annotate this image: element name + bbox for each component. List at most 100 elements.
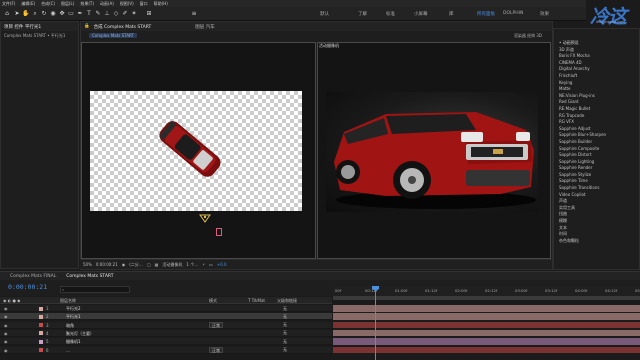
eye-icon[interactable]: ◉ bbox=[4, 348, 8, 353]
camera-view-dropdown[interactable]: 活动摄像机 bbox=[162, 262, 182, 268]
fast-preview-icon[interactable]: ⚡ bbox=[202, 262, 205, 267]
layer-label-color[interactable] bbox=[39, 348, 43, 352]
timeline-search-input[interactable] bbox=[60, 286, 130, 293]
menu-item[interactable]: 图层(L) bbox=[61, 1, 74, 7]
camera-gizmo-icon[interactable] bbox=[216, 228, 222, 236]
selection-tool-icon[interactable]: ➤ bbox=[13, 10, 21, 18]
layer-name[interactable]: 暗角 bbox=[66, 323, 74, 329]
puppet-tool-icon[interactable]: ✶ bbox=[130, 10, 138, 18]
menu-item[interactable]: 效果(T) bbox=[80, 1, 94, 7]
layer-duration-bar[interactable] bbox=[333, 305, 640, 312]
layer-name[interactable]: 平行光2 bbox=[66, 306, 81, 312]
layer-label-color[interactable] bbox=[39, 331, 43, 336]
workspace-tab[interactable]: 默认 bbox=[320, 11, 329, 17]
layer-parent-dropdown[interactable]: 无 bbox=[283, 330, 287, 336]
effects-list-item[interactable]: Frischluft bbox=[555, 73, 637, 80]
rotate-tool-icon[interactable]: ↻ bbox=[40, 10, 48, 18]
eye-icon[interactable]: ◉ bbox=[4, 314, 8, 319]
effects-list-item[interactable]: 实用工具 bbox=[555, 205, 637, 212]
text-tool-icon[interactable]: T bbox=[85, 10, 93, 18]
zoom-dropdown[interactable]: 50% bbox=[83, 262, 92, 267]
transparency-grid-icon[interactable]: ▦ bbox=[155, 262, 159, 267]
comp-subtab[interactable]: Complex Mats START bbox=[89, 33, 137, 38]
workspace-tab[interactable]: 了解 bbox=[358, 11, 367, 17]
home-icon[interactable]: ⌂ bbox=[3, 10, 11, 18]
resolution-dropdown[interactable]: (二分… bbox=[129, 262, 143, 268]
effects-list-item[interactable]: NE:Vision Plug-ins bbox=[555, 93, 637, 100]
menu-item[interactable]: 视图(V) bbox=[120, 1, 134, 7]
layer-label-color[interactable] bbox=[39, 339, 43, 344]
pen-tool-icon[interactable]: ✒ bbox=[76, 10, 84, 18]
clone-tool-icon[interactable]: ⊥ bbox=[103, 10, 111, 18]
column-mode[interactable]: 模式 bbox=[209, 298, 217, 304]
current-time-display[interactable]: 0:00:00:21 bbox=[96, 262, 118, 267]
eye-icon[interactable]: ◉ bbox=[4, 339, 8, 344]
effects-list-item[interactable]: CINEMA 4D bbox=[555, 60, 637, 67]
layer-row[interactable]: ◉ 5 摄像机1 无 bbox=[0, 338, 332, 346]
layer-duration-bar[interactable] bbox=[333, 338, 640, 345]
effects-list-item[interactable]: RE:Magic Bullet bbox=[555, 106, 637, 113]
eraser-tool-icon[interactable]: ◇ bbox=[112, 10, 120, 18]
time-ruler[interactable]: 00f 00:12f 01:00f 01:12f 02:00f 02:12f 03:00f 0… bbox=[333, 286, 640, 296]
effects-list-item[interactable]: Sapphire Transitions bbox=[555, 185, 637, 192]
column-layer-name[interactable]: 图层名称 bbox=[60, 298, 76, 304]
workspace-tab[interactable]: 效果 bbox=[540, 11, 549, 17]
layer-label-color[interactable] bbox=[39, 314, 43, 319]
effects-list-item[interactable]: Keying bbox=[555, 80, 637, 87]
pan-behind-tool-icon[interactable]: ✥ bbox=[58, 10, 66, 18]
effects-list-item[interactable]: 声道 bbox=[555, 198, 637, 205]
tab-layer[interactable]: 图层 汽车 bbox=[195, 24, 214, 30]
eye-icon[interactable]: ◉ bbox=[4, 306, 8, 311]
effects-list-item[interactable]: Sapphire Lighting bbox=[555, 159, 637, 166]
camera-tool-icon[interactable]: ◉ bbox=[49, 10, 57, 18]
layer-row[interactable]: ◉ 6 … 正常 无 bbox=[0, 346, 332, 354]
layer-row[interactable]: ◉ 4 聚光灯（主要） 无 bbox=[0, 329, 332, 338]
workspace-tab[interactable]: 所有面板 bbox=[477, 11, 495, 17]
effects-list-item[interactable]: Sapphire Time bbox=[555, 178, 637, 185]
align-icon[interactable]: ≡ bbox=[190, 10, 198, 18]
exposure-value[interactable]: +0.0 bbox=[217, 262, 227, 267]
menu-item[interactable]: 窗口 bbox=[140, 1, 148, 7]
hand-tool-icon[interactable]: ✋ bbox=[22, 10, 30, 18]
column-trkmat[interactable]: T TrkMat bbox=[248, 298, 265, 303]
effects-list-item[interactable]: 文本 bbox=[555, 225, 637, 232]
effects-list-item[interactable]: Matte bbox=[555, 86, 637, 93]
camera-icon[interactable]: ◉ bbox=[122, 262, 126, 267]
view-layout-dropdown[interactable]: 1 个… bbox=[186, 262, 198, 268]
effects-list-item[interactable]: Sapphire Stylize bbox=[555, 172, 637, 179]
layer-parent-dropdown[interactable]: 无 bbox=[283, 322, 287, 328]
timeline-timecode[interactable]: 0:00:00:21 bbox=[8, 283, 47, 291]
layer-name[interactable]: … bbox=[66, 348, 70, 353]
timeline-tab[interactable]: Complex Mats START bbox=[66, 274, 113, 279]
layer-row[interactable]: ◉ 2 平行光1 无 bbox=[0, 313, 332, 321]
lock-icon[interactable]: 🔒 bbox=[84, 24, 90, 29]
workspace-tab[interactable]: 库 bbox=[449, 11, 454, 17]
layer-parent-dropdown[interactable]: 无 bbox=[283, 314, 287, 320]
layer-duration-bar[interactable] bbox=[333, 313, 640, 320]
project-panel-tabs[interactable]: 项目 控件 平行光1 bbox=[1, 22, 78, 31]
brush-tool-icon[interactable]: ✎ bbox=[94, 10, 102, 18]
layer-name[interactable]: 摄像机1 bbox=[66, 339, 81, 345]
workspace-tab[interactable]: 标准 bbox=[386, 11, 395, 17]
effects-list-item[interactable]: Sapphire Distort bbox=[555, 152, 637, 159]
effects-list-item[interactable]: Boris FX Mocha bbox=[555, 53, 637, 60]
menu-item[interactable]: 文件(F) bbox=[2, 1, 15, 7]
zoom-tool-icon[interactable]: ⌕ bbox=[31, 10, 39, 18]
layer-label-color[interactable] bbox=[39, 323, 43, 328]
roto-brush-tool-icon[interactable]: ✐ bbox=[121, 10, 129, 18]
layer-parent-dropdown[interactable]: 无 bbox=[283, 339, 287, 345]
light-gizmo-icon[interactable] bbox=[199, 214, 211, 223]
layer-duration-bar[interactable] bbox=[333, 346, 640, 353]
effects-list-item[interactable]: Sapphire Render bbox=[555, 165, 637, 172]
menu-item[interactable]: 编辑(E) bbox=[21, 1, 35, 7]
effects-list-item[interactable]: 杂色和颗粒 bbox=[555, 238, 637, 245]
eye-icon[interactable]: ◉ bbox=[4, 331, 8, 336]
menu-item[interactable]: 合成(C) bbox=[41, 1, 55, 7]
menu-item[interactable]: 帮助(H) bbox=[154, 1, 168, 7]
effects-list-item[interactable]: RG Trapcode bbox=[555, 113, 637, 120]
current-time-indicator[interactable] bbox=[375, 286, 376, 360]
effects-list-item[interactable]: Sapphire Blur+Sharpen bbox=[555, 132, 637, 139]
layer-mode-dropdown[interactable]: 正常 bbox=[209, 322, 223, 329]
snap-icon[interactable]: ⊞ bbox=[145, 10, 153, 18]
mask-tool-icon[interactable]: ▭ bbox=[67, 10, 75, 18]
